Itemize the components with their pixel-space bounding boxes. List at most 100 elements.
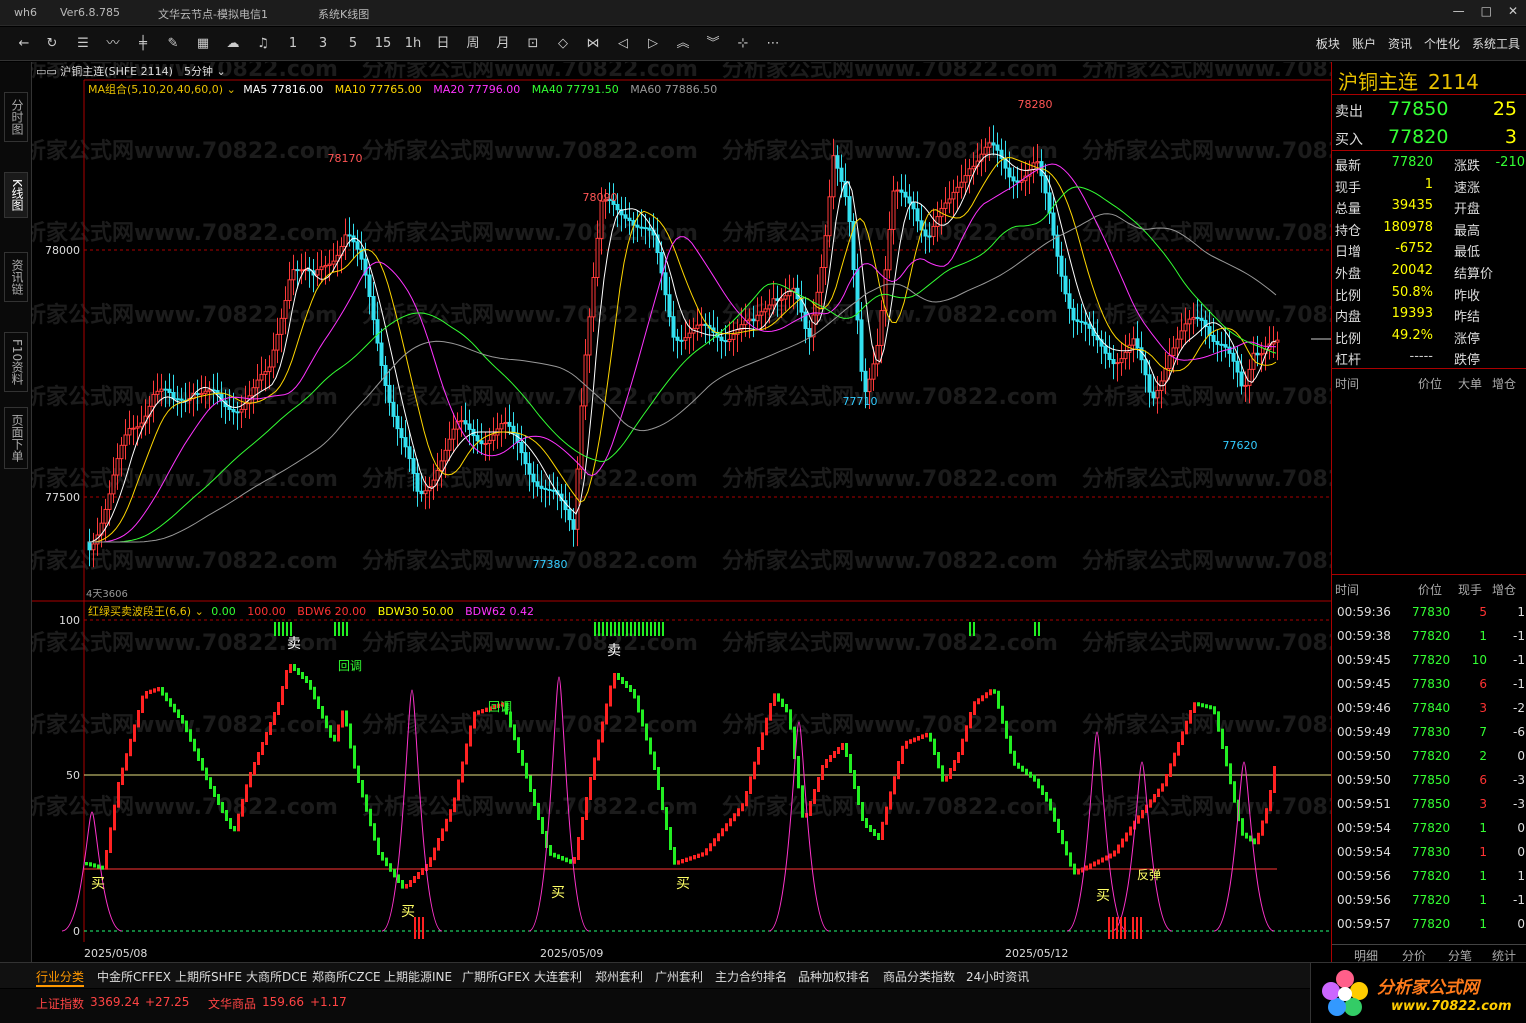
right-arrow-icon[interactable]: ▷: [643, 35, 663, 53]
crosshair-icon[interactable]: ⊹: [733, 35, 753, 53]
quote-label: 持仓: [1335, 223, 1362, 239]
period-week-button[interactable]: 周: [463, 35, 483, 53]
watermark-text: 分析家公式网www.70822.com: [722, 62, 1058, 82]
tick-price: 77820: [1412, 917, 1451, 931]
watermark-text: 分析家公式网www.70822.com: [362, 302, 698, 328]
app-name: wh6: [14, 6, 37, 19]
market-tab[interactable]: 上期能源INE: [384, 968, 452, 985]
ma-group-select[interactable]: MA组合(5,10,20,40,60,0): [88, 83, 223, 96]
ind-value-4: BDW30 50.00: [377, 605, 454, 618]
index2-name: 文华商品: [208, 997, 257, 1011]
market-tab[interactable]: 郑商所CZCE: [312, 968, 381, 985]
tick-volume: 1: [1479, 869, 1487, 883]
menu-personalize[interactable]: 个性化: [1424, 35, 1460, 52]
period-select[interactable]: 5分钟 ⌄: [184, 63, 226, 79]
market-tab[interactable]: 商品分类指数: [883, 968, 955, 985]
period-day-button[interactable]: 日: [433, 35, 453, 53]
custom-period-icon[interactable]: ⊡: [523, 35, 543, 53]
watermark-text: 分析家公式网www.70822.com: [722, 384, 1058, 410]
tick-oi: -6: [1513, 725, 1525, 739]
menu-sectors[interactable]: 板块: [1316, 35, 1340, 52]
quote-row: 日增 -6752 最低: [1332, 238, 1526, 260]
watermark-text: 分析家公式网www.70822.com: [1082, 466, 1331, 492]
refresh-icon[interactable]: ↻: [42, 35, 62, 53]
period-1h-button[interactable]: 1h: [403, 35, 423, 53]
close-button[interactable]: ✕: [1508, 4, 1518, 18]
list-icon[interactable]: ☰: [73, 35, 93, 53]
date-label-2: 2025/05/09: [540, 947, 603, 960]
watermark-text: 分析家公式网www.70822.com: [32, 466, 338, 492]
market-tab[interactable]: 品种加权排名: [798, 968, 870, 985]
menu-account[interactable]: 账户: [1352, 35, 1376, 52]
market-tab[interactable]: 行业分类: [36, 968, 85, 987]
tab-intraday[interactable]: 分时图: [4, 92, 28, 142]
tick-oi: 0: [1517, 749, 1525, 763]
more-icon[interactable]: ⋯: [763, 35, 783, 53]
market-tab[interactable]: 大连套利: [534, 968, 582, 985]
bell-icon[interactable]: ♫: [253, 35, 273, 53]
index1-name: 上证指数: [36, 997, 85, 1011]
quote-label: 最新: [1335, 159, 1362, 174]
watermark-text: 分析家公式网www.70822.com: [32, 384, 338, 410]
indicator-select[interactable]: 红绿买卖波段王(6,6): [88, 605, 191, 618]
zoom-in-icon[interactable]: ◇: [553, 35, 573, 53]
tick-time: 00:59:50: [1337, 749, 1391, 763]
tick-time: 00:59:50: [1337, 773, 1391, 787]
period-1-button[interactable]: 1: [283, 35, 303, 53]
quote-row: 外盘 20042 结算价: [1332, 260, 1526, 282]
tick-time: 00:59:56: [1337, 893, 1391, 907]
market-tab[interactable]: 主力合约排名: [715, 968, 787, 985]
market-tab[interactable]: 24小时资讯: [966, 968, 1029, 985]
market-tab[interactable]: 广期所GFEX: [462, 968, 530, 985]
maximize-button[interactable]: □: [1481, 4, 1492, 18]
period-month-button[interactable]: 月: [493, 35, 513, 53]
zoom-out-icon[interactable]: ⋈: [583, 35, 603, 53]
period-3-button[interactable]: 3: [313, 35, 333, 53]
grid-icon[interactable]: ▦: [193, 35, 213, 53]
tick-volume: 3: [1479, 797, 1487, 811]
period-5-button[interactable]: 5: [343, 35, 363, 53]
draw-icon[interactable]: ✎: [163, 35, 183, 53]
tick-time: 00:59:36: [1337, 605, 1391, 619]
market-tab[interactable]: 上期所SHFE: [175, 968, 242, 985]
tick-price: 77820: [1412, 629, 1451, 643]
menu-news[interactable]: 资讯: [1388, 35, 1412, 52]
left-arrow-icon[interactable]: ◁: [613, 35, 633, 53]
signal-buy-1: 买: [91, 876, 105, 892]
up-icon[interactable]: ︽: [673, 35, 693, 53]
line-chart-icon[interactable]: 〰: [103, 35, 123, 53]
signal-buy-2: 买: [401, 904, 415, 920]
signal-pullback-1: 回调: [338, 659, 362, 673]
quote-label: 外盘: [1335, 267, 1362, 282]
down-icon[interactable]: ︾: [703, 35, 723, 53]
quote-value: -----: [1409, 349, 1433, 365]
market-tab[interactable]: 大商所DCE: [246, 968, 307, 985]
tab-f10[interactable]: F10资料: [4, 332, 28, 393]
ind-label-100: 100: [59, 614, 80, 627]
cloud-icon[interactable]: ☁: [223, 35, 243, 53]
tab-kline[interactable]: K线图: [4, 172, 28, 218]
flower-logo-icon: [1322, 970, 1368, 1016]
period-15-button[interactable]: 15: [373, 35, 393, 53]
kline-chart[interactable]: 分析家公式网www.70822.com 分析家公式网www.70822.com 分析…: [32, 62, 1331, 962]
minimize-button[interactable]: —: [1453, 4, 1465, 18]
tick-row: 00:59:45 77820 10 -1: [1332, 648, 1526, 672]
tab-news-chain[interactable]: 资讯链: [4, 252, 28, 302]
tick-row: 00:59:56 77820 1 -1: [1332, 888, 1526, 912]
tick-header-price: 价位: [1418, 583, 1443, 597]
menu-system-tools[interactable]: 系统工具: [1472, 35, 1520, 52]
symbol-select[interactable]: ▭▭ 沪铜主连(SHFE 2114): [36, 63, 173, 79]
tab-order[interactable]: 页面下单: [4, 407, 28, 469]
watermark-text: 分析家公式网www.70822.com: [1082, 220, 1331, 246]
toolbar: ← ↻ ☰ 〰 ╪ ✎ ▦ ☁ ♫ 1 3 5 15 1h 日 周 月 ⊡ ◇ …: [0, 27, 1526, 61]
tick-volume: 5: [1479, 605, 1487, 619]
tick-header-oi: 增仓: [1492, 583, 1517, 597]
watermark-text: 分析家公式网www.70822.com: [1082, 548, 1331, 574]
back-icon[interactable]: ←: [14, 35, 34, 53]
candle-icon[interactable]: ╪: [133, 35, 153, 53]
market-tab[interactable]: 郑州套利: [595, 968, 643, 985]
ma40-value: MA40 77791.50: [531, 83, 619, 96]
tick-volume: 6: [1479, 773, 1487, 787]
market-tab[interactable]: 中金所CFFEX: [97, 968, 171, 985]
market-tab[interactable]: 广州套利: [655, 968, 703, 985]
